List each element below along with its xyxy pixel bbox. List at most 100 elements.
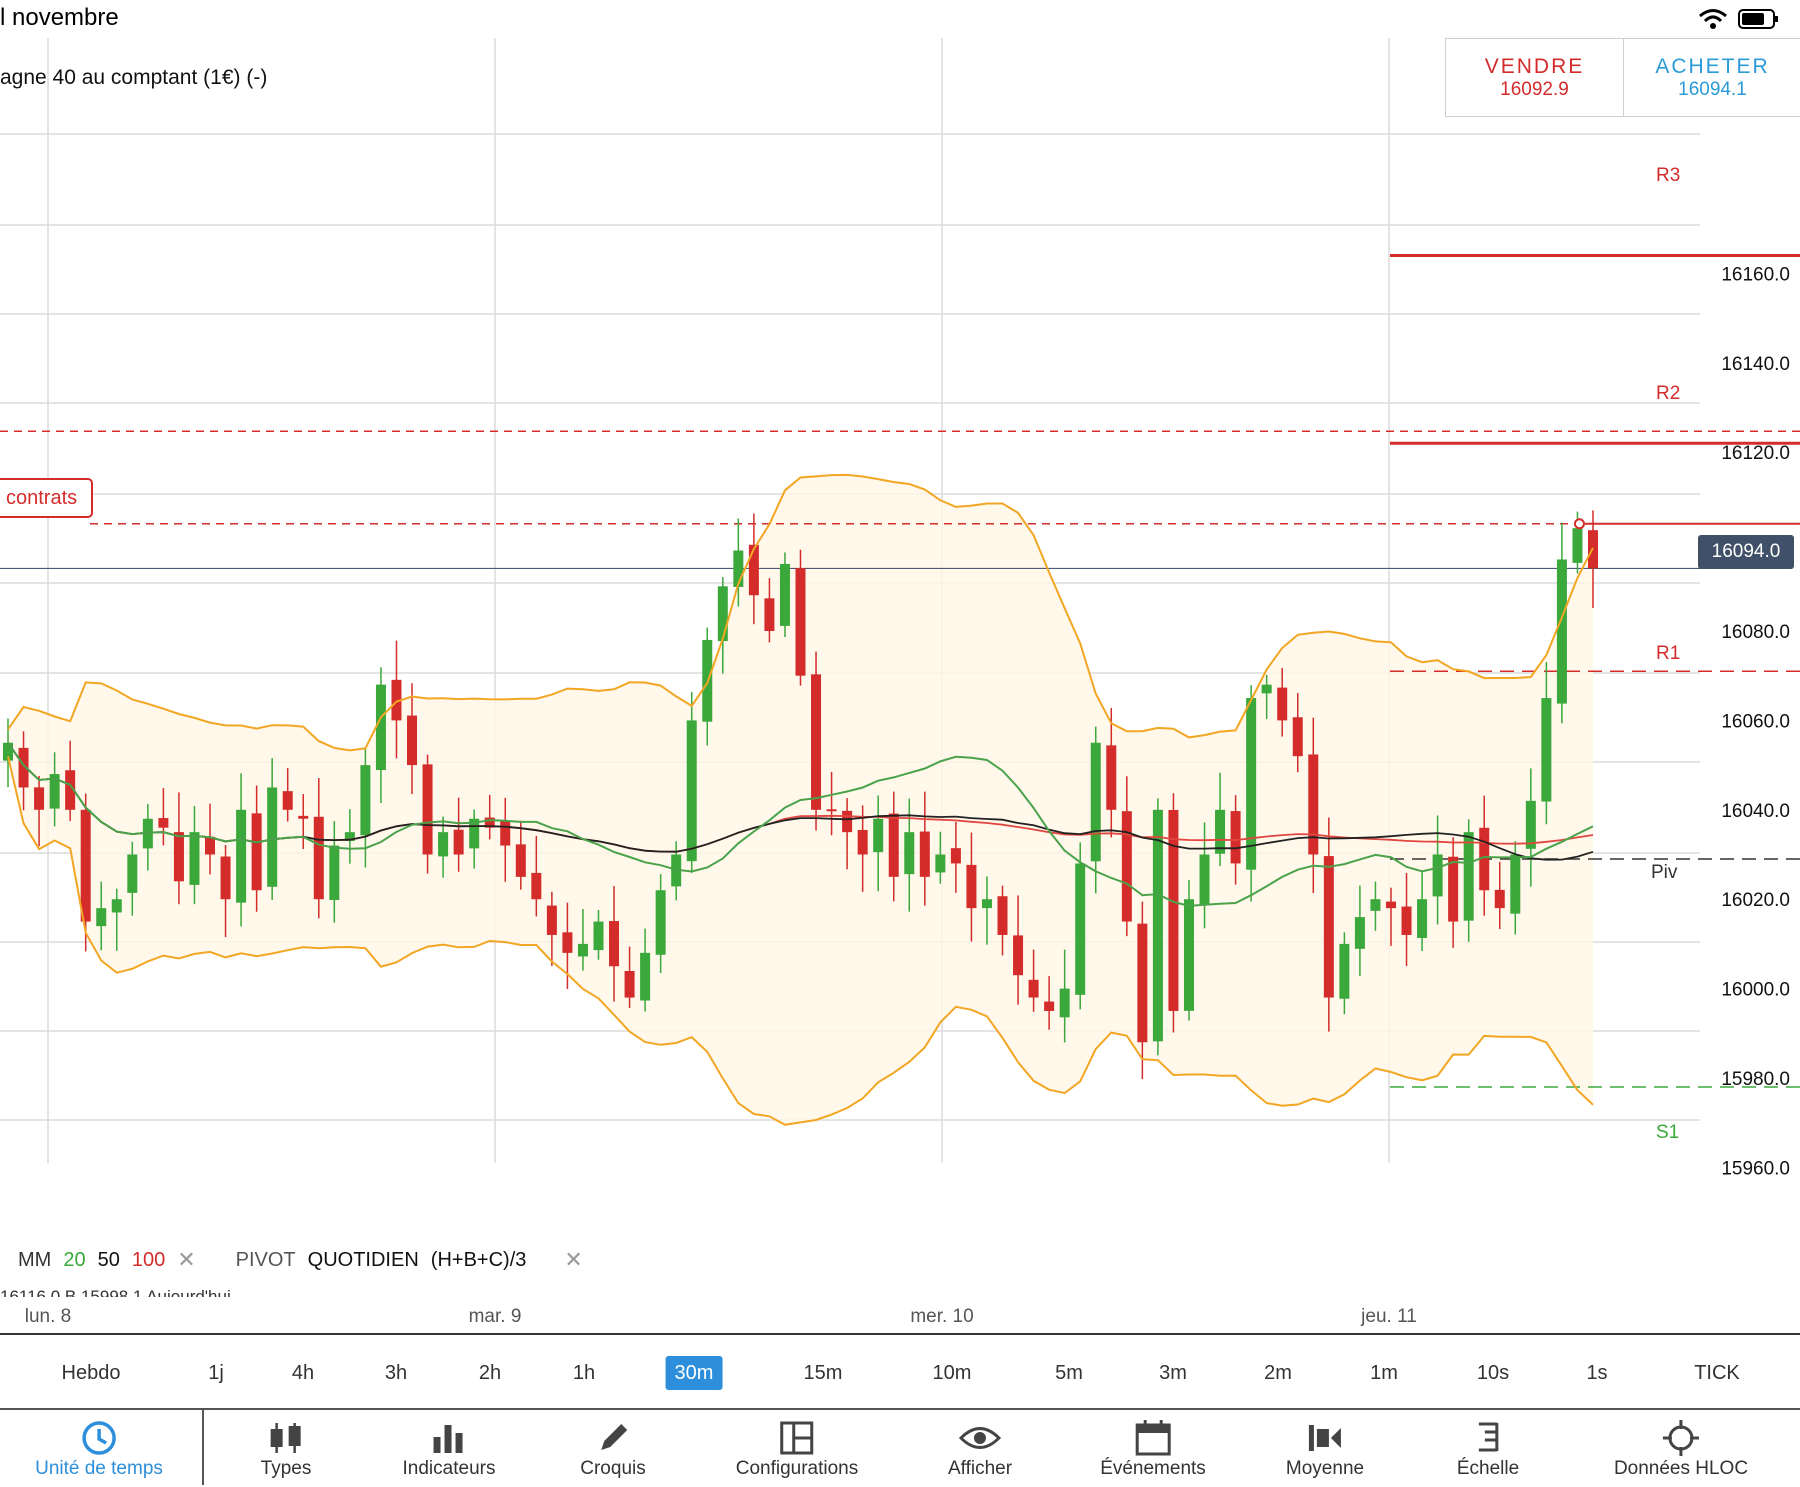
bottom-toolbar: Unité de temps Types Indicateurs Croquis Con… (0, 1408, 1800, 1487)
timeframe-5m[interactable]: 5m (1046, 1356, 1092, 1390)
s1-label: S1 (1656, 1122, 1680, 1143)
date-label: mar. 9 (468, 1306, 522, 1327)
eye-icon (958, 1418, 1001, 1458)
candle (1168, 793, 1179, 1033)
sell-price: 16092.9 (1500, 78, 1569, 100)
bars-icon (431, 1418, 467, 1458)
price-tick: 16080.0 (1721, 622, 1790, 643)
timeframe-3h[interactable]: 3h (376, 1356, 416, 1390)
calendar-icon (1134, 1418, 1172, 1458)
toolbar-label: Unité de temps (35, 1458, 163, 1479)
toolbar-eye-button[interactable]: Afficher (948, 1418, 1012, 1480)
timeframe-1j[interactable]: 1j (199, 1356, 233, 1390)
remove-pivot-icon[interactable]: ✕ (564, 1247, 582, 1273)
toolbar-label: Événements (1100, 1458, 1206, 1479)
price-tick: 15980.0 (1721, 1069, 1790, 1090)
timeframe-1h[interactable]: 1h (564, 1356, 604, 1390)
timeframe-30m[interactable]: 30m (665, 1356, 723, 1390)
pivot-label: Piv (1651, 862, 1678, 883)
candle (1183, 879, 1194, 1021)
price-tick: 16120.0 (1721, 443, 1790, 464)
battery-icon (1738, 9, 1778, 29)
toolbar-label: Types (260, 1458, 312, 1479)
date-label: lun. 8 (24, 1306, 72, 1327)
toolbar-label: Croquis (580, 1458, 646, 1479)
indicator-legend: MM 20 50 100 ✕ PIVOT QUOTIDIEN (H+B+C)/3… (18, 1247, 583, 1273)
wifi-icon (1699, 9, 1727, 29)
status-date: l novembre (0, 4, 119, 31)
candle (1246, 685, 1257, 902)
trade-box: VENDRE 16092.9 ACHETER 16094.1 (1445, 38, 1800, 117)
toolbar-crosshair-button[interactable]: Données HLOC (1614, 1418, 1748, 1480)
timeframe-tick[interactable]: TICK (1685, 1356, 1749, 1390)
pivot-legend-label: PIVOT (235, 1248, 296, 1271)
timeframe-3m[interactable]: 3m (1150, 1356, 1196, 1390)
candle (795, 549, 806, 686)
toolbar-average-button[interactable]: Moyenne (1286, 1418, 1364, 1480)
remove-ma-icon[interactable]: ✕ (177, 1247, 195, 1273)
toolbar-label: Indicateurs (402, 1458, 496, 1479)
toolbar-label: Afficher (947, 1458, 1013, 1479)
price-tick: 16060.0 (1721, 711, 1790, 732)
pivot-formula: (H+B+C)/3 (430, 1248, 527, 1271)
ma100-legend: 100 (131, 1248, 166, 1271)
pencil-icon (595, 1418, 631, 1458)
toolbar-bars-button[interactable]: Indicateurs (402, 1418, 496, 1480)
toolbar-candles-button[interactable]: Types (260, 1418, 312, 1480)
toolbar-scale-button[interactable]: Échelle (1457, 1418, 1519, 1480)
order-label: contrats (6, 486, 78, 509)
sell-label: VENDRE (1484, 54, 1585, 78)
timeframe-10m[interactable]: 10m (924, 1356, 981, 1390)
crosshair-icon (1662, 1418, 1700, 1458)
price-tick: 16020.0 (1721, 890, 1790, 911)
r1-label: R1 (1656, 643, 1681, 664)
clock-icon (80, 1418, 118, 1458)
price-tick: 15960.0 (1721, 1158, 1790, 1179)
price-chart[interactable]: 16160.016140.016120.016100.016080.016060… (0, 38, 1800, 1248)
ma-legend-label: MM (18, 1248, 52, 1271)
date-label: jeu. 11 (1361, 1306, 1417, 1327)
last-price-badge: 16094.0 (1698, 535, 1794, 569)
timeframe-4h[interactable]: 4h (283, 1356, 323, 1390)
timeframe-2h[interactable]: 2h (470, 1356, 510, 1390)
ma20-legend: 20 (63, 1248, 86, 1271)
toolbar-pencil-button[interactable]: Croquis (580, 1418, 646, 1480)
timeframe-10s[interactable]: 10s (1468, 1356, 1518, 1390)
candle (1075, 842, 1086, 1010)
timeframe-hebdo[interactable]: Hebdo (53, 1356, 130, 1390)
candles-icon (266, 1418, 306, 1458)
price-tick: 16040.0 (1721, 801, 1790, 822)
timeframe-1s[interactable]: 1s (1577, 1356, 1616, 1390)
candle (811, 651, 822, 831)
timeframe-1m[interactable]: 1m (1361, 1356, 1407, 1390)
toolbar-calendar-button[interactable]: Événements (1100, 1418, 1206, 1480)
price-axis: 16160.016140.016120.016100.016080.016060… (1721, 264, 1790, 1179)
toolbar-label: Moyenne (1285, 1458, 1365, 1479)
toolbar-clock-button[interactable]: Unité de temps (35, 1418, 163, 1480)
layout-icon (779, 1418, 815, 1458)
buy-button[interactable]: ACHETER 16094.1 (1624, 39, 1800, 116)
average-icon (1306, 1418, 1344, 1458)
scale-icon (1473, 1418, 1503, 1458)
timeframe-15m[interactable]: 15m (795, 1356, 852, 1390)
price-tick: 16140.0 (1721, 354, 1790, 375)
sell-button[interactable]: VENDRE 16092.9 (1446, 39, 1624, 116)
time-axis-line (0, 1333, 1800, 1335)
price-tick: 16000.0 (1721, 980, 1790, 1001)
order-marker (1573, 518, 1585, 530)
candle (779, 552, 790, 637)
price-tick: 16160.0 (1721, 264, 1790, 285)
pivot-period: QUOTIDIEN (307, 1248, 419, 1271)
order-flag[interactable]: contrats (0, 478, 94, 518)
status-icons (1698, 8, 1780, 30)
toolbar-label: Données HLOC (1613, 1458, 1749, 1479)
candle (1556, 522, 1567, 724)
timeframe-2m[interactable]: 2m (1255, 1356, 1301, 1390)
ma50-legend: 50 (97, 1248, 120, 1271)
buy-price: 16094.1 (1678, 78, 1747, 100)
toolbar-layout-button[interactable]: Configurations (735, 1418, 859, 1480)
toolbar-label: Échelle (1456, 1458, 1520, 1479)
buy-label: ACHETER (1655, 54, 1770, 78)
ohlc-readout: 16116.0 B 15998.1 Aujourd'hui (0, 1287, 231, 1297)
toolbar-label: Configurations (735, 1458, 859, 1479)
